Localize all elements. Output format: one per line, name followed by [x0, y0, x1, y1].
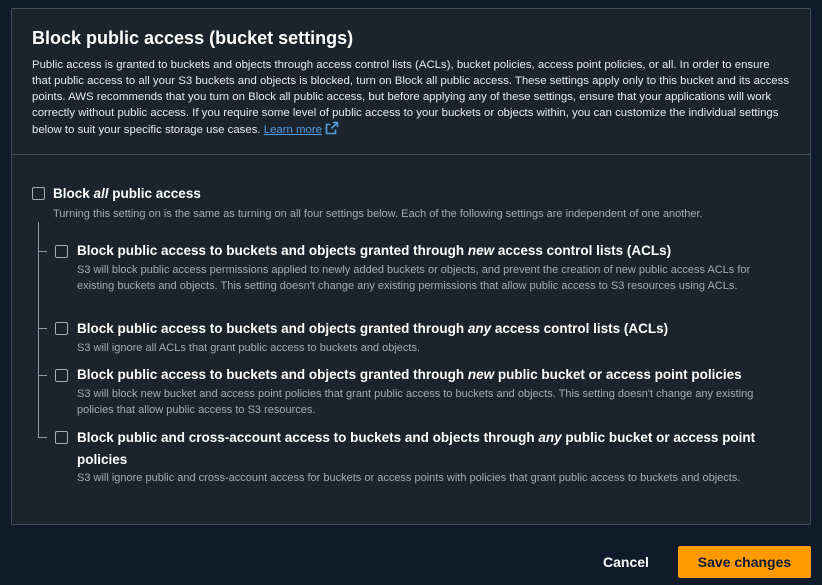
- tree-connector-line: [38, 222, 39, 438]
- setting-description-any-acls: S3 will ignore all ACLs that grant publi…: [77, 342, 421, 354]
- block-all-checkbox[interactable]: [32, 187, 45, 200]
- setting-description-new-acls: S3 will block public access permissions …: [77, 264, 751, 292]
- setting-label-any-policies[interactable]: Block public and cross-account access to…: [77, 427, 777, 471]
- setting-description-any-policies: S3 will ignore public and cross-account …: [77, 472, 741, 484]
- setting-checkbox-new-policies[interactable]: [55, 369, 68, 382]
- setting-checkbox-any-acls[interactable]: [55, 322, 68, 335]
- panel-header: Block public access (bucket settings) Pu…: [12, 9, 810, 155]
- panel-description: Public access is granted to buckets and …: [32, 57, 790, 140]
- panel-title: Block public access (bucket settings): [32, 28, 354, 48]
- setting-checkbox-new-acls[interactable]: [55, 245, 68, 258]
- setting-label-new-policies[interactable]: Block public access to buckets and objec…: [77, 364, 742, 386]
- block-all-description: Turning this setting on is the same as t…: [53, 208, 703, 220]
- tree-branch-1: [38, 251, 47, 252]
- setting-checkbox-any-policies[interactable]: [55, 431, 68, 444]
- tree-branch-3: [38, 375, 47, 376]
- setting-label-new-acls[interactable]: Block public access to buckets and objec…: [77, 240, 671, 262]
- page-top-strip: [0, 0, 822, 6]
- block-all-label[interactable]: Block all public access: [53, 183, 201, 205]
- setting-description-new-policies: S3 will block new bucket and access poin…: [77, 388, 754, 416]
- external-link-icon[interactable]: [325, 121, 339, 140]
- cancel-button[interactable]: Cancel: [590, 546, 662, 578]
- learn-more-link[interactable]: Learn more: [264, 124, 322, 136]
- description-text: Public access is granted to buckets and …: [32, 59, 790, 136]
- tree-branch-4: [38, 437, 47, 438]
- save-changes-button[interactable]: Save changes: [678, 546, 811, 578]
- setting-label-any-acls[interactable]: Block public access to buckets and objec…: [77, 318, 668, 340]
- tree-branch-2: [38, 328, 47, 329]
